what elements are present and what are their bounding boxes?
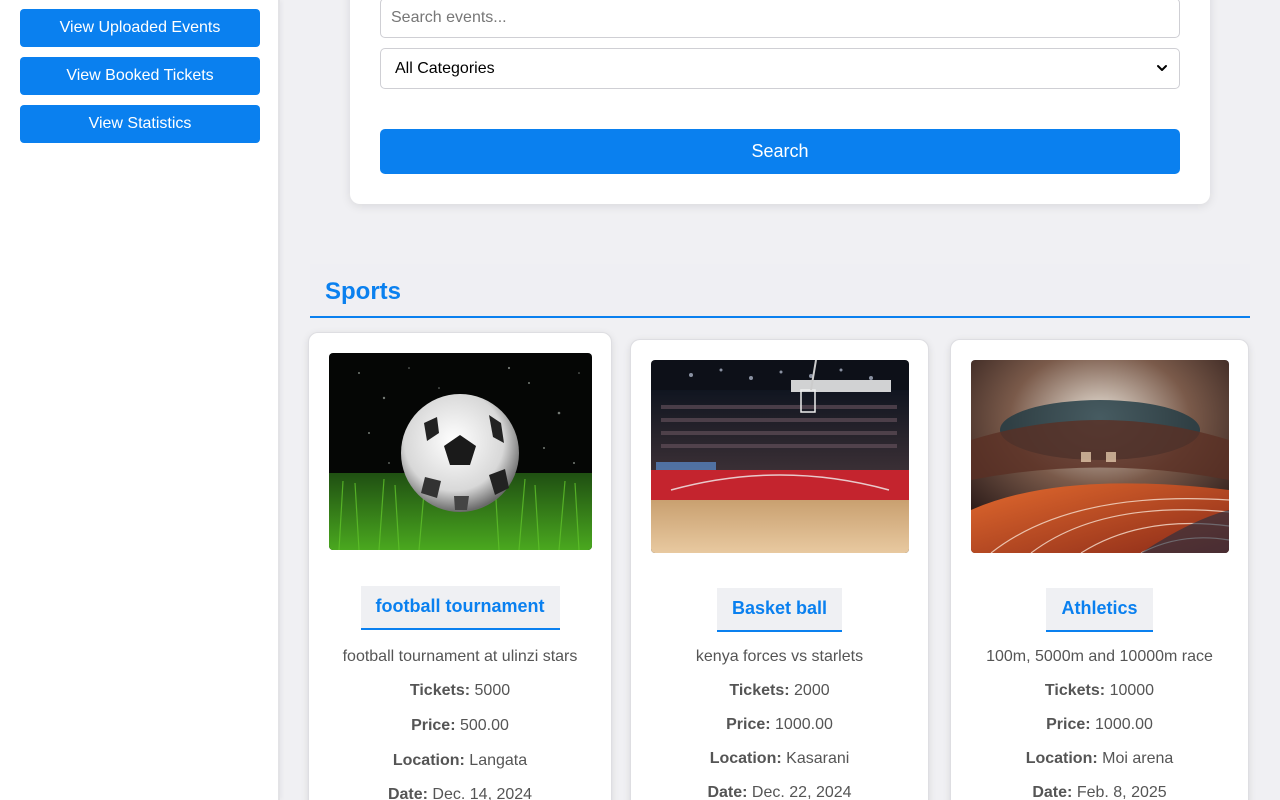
category-heading-text: Sports	[325, 278, 402, 305]
location-label: Location:	[709, 750, 782, 767]
event-tickets: Tickets: 2000	[631, 682, 928, 700]
event-tickets: Tickets: 10000	[951, 682, 1248, 700]
price-label: Price:	[411, 717, 456, 734]
event-price: Price: 500.00	[309, 717, 611, 735]
chevron-down-icon	[1157, 65, 1167, 71]
event-card[interactable]: Athletics 100m, 5000m and 10000m race Ti…	[950, 339, 1249, 800]
date-label: Date:	[1032, 784, 1073, 800]
tickets-value: 5000	[474, 682, 511, 699]
event-card[interactable]: Basket ball kenya forces vs starlets Tic…	[630, 339, 929, 800]
price-value: 1000.00	[775, 716, 833, 733]
tickets-label: Tickets:	[1044, 682, 1106, 699]
event-title[interactable]: Athletics	[1046, 588, 1153, 632]
category-heading: Sports	[310, 264, 1250, 318]
sidebar: View Uploaded Events View Booked Tickets…	[0, 0, 280, 800]
view-booked-tickets-button[interactable]: View Booked Tickets	[20, 57, 260, 95]
event-image-soccer-ball	[329, 353, 592, 550]
price-label: Price:	[726, 716, 771, 733]
location-label: Location:	[1025, 750, 1098, 767]
price-value: 500.00	[459, 717, 509, 734]
search-button[interactable]: Search	[380, 129, 1180, 174]
tickets-label: Tickets:	[729, 682, 790, 699]
location-value: Langata	[469, 752, 528, 769]
event-tickets: Tickets: 5000	[309, 682, 611, 700]
event-description: football tournament at ulinzi stars	[342, 648, 578, 665]
tickets-value: 2000	[794, 682, 830, 699]
event-title[interactable]: Basket ball	[716, 588, 843, 632]
event-date: Date: Feb. 8, 2025	[951, 784, 1248, 800]
event-description: 100m, 5000m and 10000m race	[986, 648, 1213, 665]
date-value: Feb. 8, 2025	[1076, 784, 1167, 800]
location-label: Location:	[392, 752, 465, 769]
tickets-value: 10000	[1109, 682, 1155, 699]
search-panel: All Categories Search	[350, 0, 1210, 204]
price-label: Price:	[1046, 716, 1091, 733]
event-location: Location: Moi arena	[951, 750, 1248, 768]
date-label: Date:	[707, 784, 748, 800]
event-image-basketball-arena	[651, 360, 909, 553]
category-select-value: All Categories	[395, 59, 495, 77]
price-value: 1000.00	[1095, 716, 1153, 733]
search-input[interactable]	[380, 0, 1180, 38]
view-uploaded-events-button[interactable]: View Uploaded Events	[20, 9, 260, 47]
event-card[interactable]: football tournament football tournament …	[308, 332, 612, 800]
event-price: Price: 1000.00	[951, 716, 1248, 734]
event-description: kenya forces vs starlets	[695, 648, 864, 665]
date-value: Dec. 22, 2024	[751, 784, 852, 800]
tickets-label: Tickets:	[409, 682, 471, 699]
event-location: Location: Langata	[309, 752, 611, 770]
event-image-athletics-stadium	[971, 360, 1229, 553]
event-date: Date: Dec. 14, 2024	[309, 786, 611, 800]
event-price: Price: 1000.00	[631, 716, 928, 734]
date-label: Date:	[387, 786, 428, 800]
event-title[interactable]: football tournament	[360, 586, 560, 630]
view-statistics-button[interactable]: View Statistics	[20, 105, 260, 143]
category-select[interactable]: All Categories	[380, 48, 1180, 89]
location-value: Moi arena	[1102, 750, 1174, 767]
event-date: Date: Dec. 22, 2024	[631, 784, 928, 800]
date-value: Dec. 14, 2024	[432, 786, 533, 800]
location-value: Kasarani	[786, 750, 850, 767]
event-location: Location: Kasarani	[631, 750, 928, 768]
